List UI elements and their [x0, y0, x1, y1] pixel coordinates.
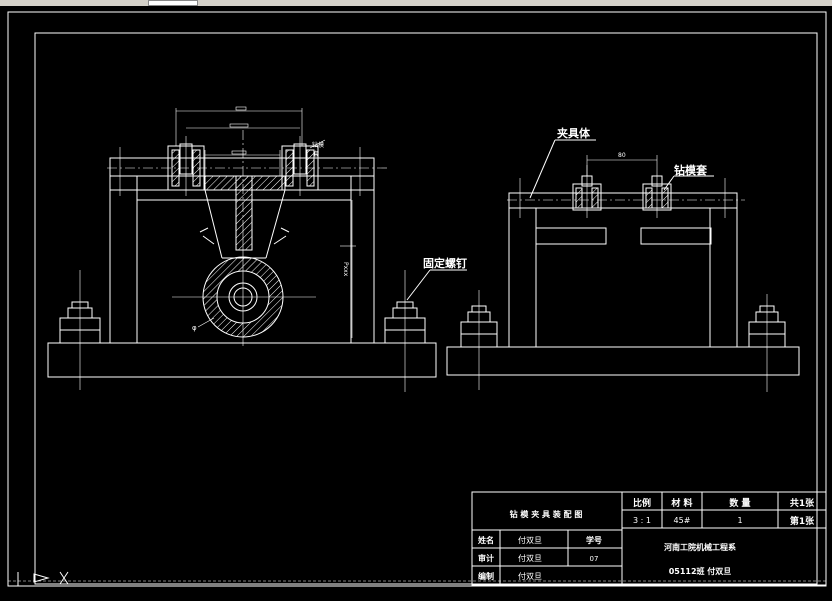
label-clamp-body: 夹具体 [557, 126, 591, 140]
title-drawing-name: 钻 模 夹 具 装 配 图 [510, 509, 583, 519]
side-bolt-right [748, 294, 786, 392]
cad-drawing-canvas[interactable]: φ Pxxx 钻模 套 固定螺钉 80 夹具体 钻模套 钻 模 夹 具 装 配 … [0, 6, 832, 601]
title-drawn-value: 付双旦 [518, 571, 542, 581]
front-clamp-stem [235, 175, 253, 251]
title-material-value: 45# [674, 516, 691, 525]
side-base-plate [446, 346, 800, 376]
title-sheet-no: 第1张 [790, 515, 815, 527]
side-body-outline [508, 192, 738, 348]
svg-text:套: 套 [313, 150, 319, 158]
label-drill-sleeve: 钻模套 [674, 163, 708, 177]
front-drill-sleeve-left [167, 136, 205, 196]
title-scale-label: 比例 [633, 497, 651, 509]
title-school: 河南工院机械工程系 [664, 542, 736, 552]
title-drawn-label: 编制 [478, 571, 494, 581]
sheet-frame [7, 11, 827, 587]
label-fixing-screw: 固定螺钉 [423, 256, 467, 270]
front-top-plate [109, 157, 375, 177]
front-bolt-right [384, 270, 426, 392]
title-name-value: 付双旦 [518, 535, 542, 545]
title-material-label: 材 料 [670, 497, 692, 509]
title-quantity-label: 数 量 [729, 497, 750, 509]
front-view: φ Pxxx 钻模 套 固定螺钉 [47, 106, 467, 392]
title-review-label: 审计 [478, 553, 494, 563]
svg-text:钻模: 钻模 [312, 141, 324, 149]
title-student-no-value: 07 [590, 555, 599, 563]
title-name-label: 姓名 [477, 535, 494, 545]
title-sheets-total: 共1张 [790, 497, 815, 509]
front-vert-dim-label: Pxxx [342, 262, 349, 277]
side-dim-label: 80 [618, 152, 626, 159]
title-scale-value: 3 : 1 [633, 516, 651, 525]
front-phi-label: φ [192, 324, 197, 332]
side-view: 80 夹具体 钻模套 [446, 126, 800, 392]
title-student-no-label: 学号 [586, 535, 602, 545]
title-review-value: 付双旦 [518, 553, 542, 563]
side-top-plate [508, 192, 738, 209]
title-block: 钻 模 夹 具 装 配 图 比例 3 : 1 材 料 45# 数 量 1 共1张… [471, 491, 827, 586]
title-quantity-value: 1 [737, 516, 742, 525]
front-base-plate [47, 342, 437, 378]
title-class: 05112班 付双旦 [669, 566, 732, 576]
